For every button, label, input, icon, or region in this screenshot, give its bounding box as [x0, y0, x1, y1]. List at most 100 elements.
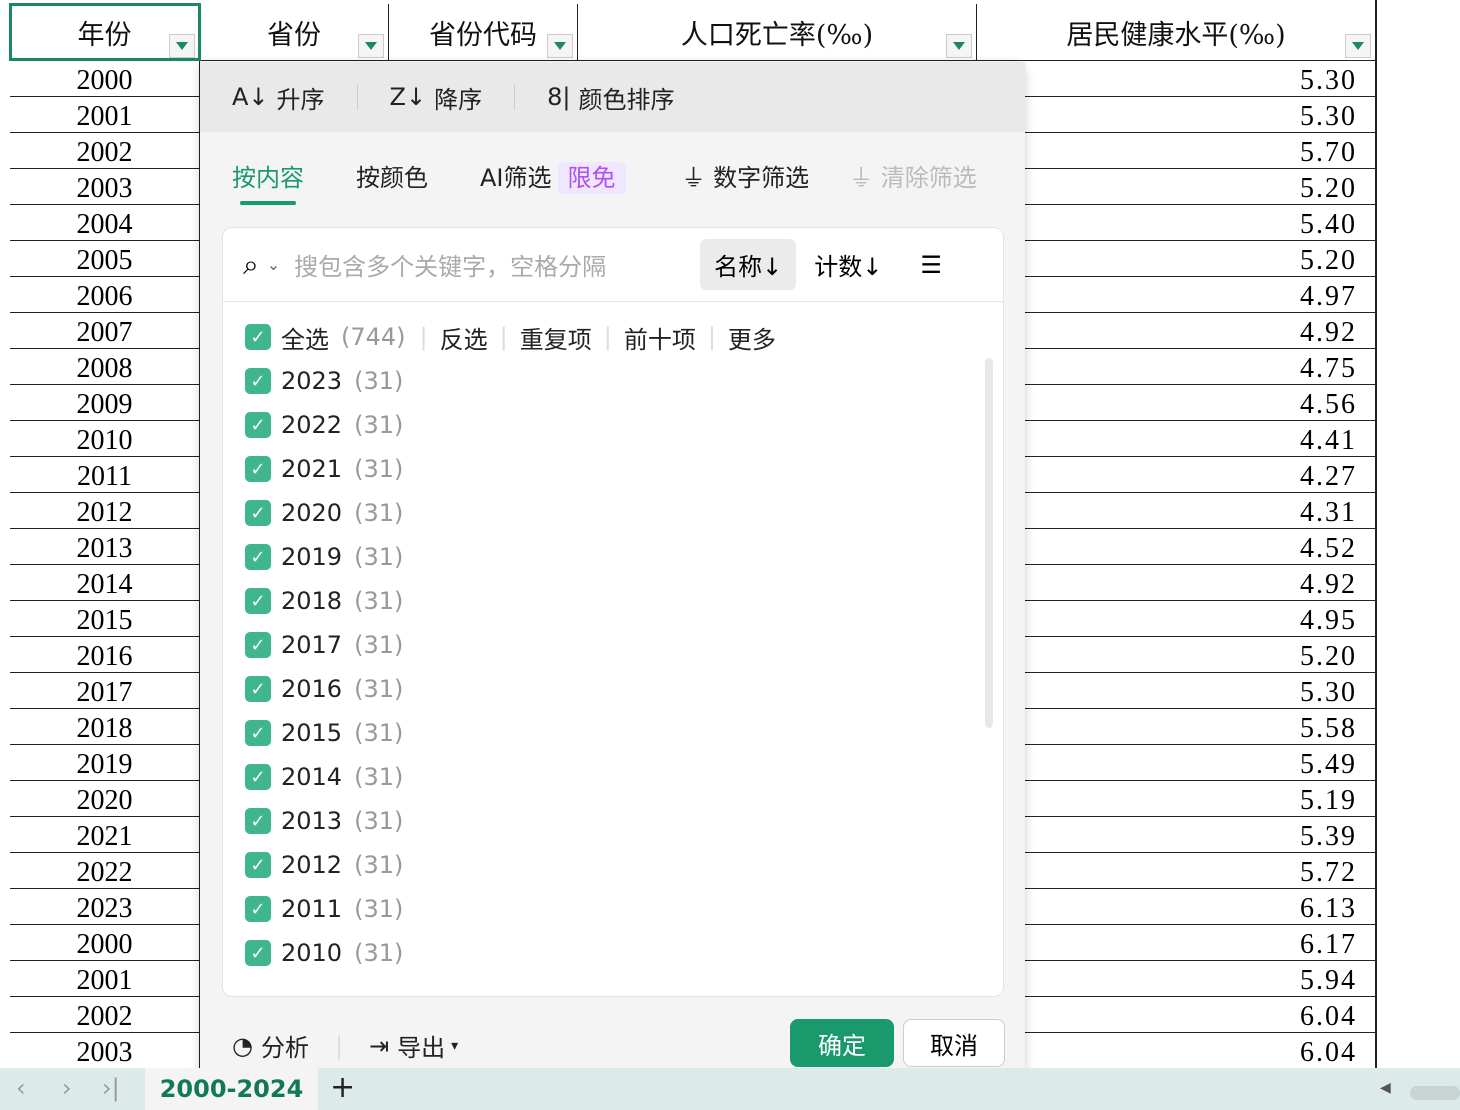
- sheet-tab[interactable]: 2000-2024: [145, 1068, 318, 1110]
- year-cell[interactable]: 2023: [10, 889, 200, 925]
- checkbox[interactable]: ✓: [245, 456, 271, 482]
- sort-by-color-button[interactable]: 8| 颜色排序: [547, 80, 674, 115]
- health-level-cell[interactable]: 5.19: [1300, 781, 1357, 821]
- filter-value-item[interactable]: ✓ 2010 (31): [245, 931, 403, 975]
- health-level-cell[interactable]: 5.30: [1300, 673, 1357, 713]
- list-settings-icon[interactable]: ☰: [920, 251, 942, 279]
- health-level-cell[interactable]: 4.41: [1300, 421, 1357, 461]
- add-sheet-icon[interactable]: +: [330, 1070, 355, 1105]
- checkbox[interactable]: ✓: [245, 764, 271, 790]
- checkbox[interactable]: ✓: [245, 368, 271, 394]
- health-level-cell[interactable]: 5.72: [1300, 853, 1357, 893]
- health-level-cell[interactable]: 6.04: [1300, 997, 1357, 1037]
- header-province-code[interactable]: 省份代码: [389, 4, 578, 61]
- health-level-cell[interactable]: 4.56: [1300, 385, 1357, 425]
- tab-by-color[interactable]: 按颜色: [356, 158, 428, 193]
- filter-dropdown-button[interactable]: [946, 34, 972, 58]
- horizontal-scrollbar[interactable]: [1410, 1086, 1460, 1100]
- prev-sheet-icon[interactable]: ‹: [16, 1074, 26, 1102]
- checkbox[interactable]: ✓: [245, 544, 271, 570]
- year-cell[interactable]: 2010: [10, 421, 200, 457]
- checkbox[interactable]: ✓: [245, 412, 271, 438]
- year-cell[interactable]: 2009: [10, 385, 200, 421]
- export-button[interactable]: 导出: [397, 1028, 445, 1063]
- filter-dropdown-button[interactable]: [358, 34, 384, 58]
- health-level-cell[interactable]: 4.27: [1300, 457, 1357, 497]
- sort-descending-button[interactable]: Z↓ 降序: [390, 80, 483, 115]
- health-level-cell[interactable]: 4.92: [1300, 313, 1357, 353]
- health-level-cell[interactable]: 6.04: [1300, 1033, 1357, 1068]
- search-icon[interactable]: ⌕: [243, 248, 259, 282]
- health-level-cell[interactable]: 4.31: [1300, 493, 1357, 533]
- health-level-cell[interactable]: 5.58: [1300, 709, 1357, 749]
- search-input[interactable]: 搜包含多个关键字，空格分隔: [294, 247, 684, 282]
- health-level-cell[interactable]: 6.17: [1300, 925, 1357, 965]
- confirm-button[interactable]: 确定: [790, 1019, 894, 1067]
- year-cell[interactable]: 2016: [10, 637, 200, 673]
- year-cell[interactable]: 2012: [10, 493, 200, 529]
- number-filter-button[interactable]: ⏚ 数字筛选: [682, 158, 810, 193]
- checkbox[interactable]: ✓: [245, 940, 271, 966]
- health-level-cell[interactable]: 6.13: [1300, 889, 1357, 929]
- top-ten-link[interactable]: 前十项: [624, 320, 696, 355]
- health-level-cell[interactable]: 5.30: [1300, 61, 1357, 101]
- year-cell[interactable]: 2002: [10, 133, 200, 169]
- year-cell[interactable]: 2000: [10, 61, 200, 97]
- filter-dropdown-button[interactable]: [1345, 34, 1371, 58]
- health-level-cell[interactable]: 4.75: [1300, 349, 1357, 389]
- sort-by-count-button[interactable]: 计数↓: [814, 247, 882, 282]
- year-cell[interactable]: 2011: [10, 457, 200, 493]
- filter-value-item[interactable]: ✓ 2018 (31): [245, 579, 403, 623]
- year-cell[interactable]: 2008: [10, 349, 200, 385]
- filter-value-item[interactable]: ✓ 2012 (31): [245, 843, 403, 887]
- tab-ai-filter[interactable]: AI筛选 限免: [480, 158, 626, 194]
- next-sheet-icon[interactable]: ›: [62, 1074, 72, 1102]
- year-cell[interactable]: 2020: [10, 781, 200, 817]
- year-cell[interactable]: 2022: [10, 853, 200, 889]
- health-level-cell[interactable]: 4.52: [1300, 529, 1357, 569]
- header-death-rate[interactable]: 人口死亡率(‰): [578, 4, 977, 61]
- checkbox[interactable]: ✓: [245, 588, 271, 614]
- year-cell[interactable]: 2006: [10, 277, 200, 313]
- year-cell[interactable]: 2019: [10, 745, 200, 781]
- sort-by-name-button[interactable]: 名称↓: [700, 239, 797, 290]
- filter-value-item[interactable]: ✓ 2013 (31): [245, 799, 403, 843]
- filter-dropdown-button[interactable]: [547, 34, 573, 58]
- year-cell[interactable]: 2014: [10, 565, 200, 601]
- health-level-cell[interactable]: 4.97: [1300, 277, 1357, 317]
- year-cell[interactable]: 2018: [10, 709, 200, 745]
- filter-value-item[interactable]: ✓ 2014 (31): [245, 755, 403, 799]
- sort-ascending-button[interactable]: A↓ 升序: [232, 80, 325, 115]
- filter-value-item[interactable]: ✓ 2023 (31): [245, 359, 403, 403]
- health-level-cell[interactable]: 5.20: [1300, 241, 1357, 281]
- header-health-level[interactable]: 居民健康水平(‰): [977, 4, 1376, 61]
- health-level-cell[interactable]: 5.20: [1300, 169, 1357, 209]
- checkbox[interactable]: ✓: [245, 896, 271, 922]
- scrollbar[interactable]: [985, 358, 993, 728]
- checkbox[interactable]: ✓: [245, 676, 271, 702]
- tab-by-content[interactable]: 按内容: [232, 158, 304, 193]
- checkbox[interactable]: ✓: [245, 500, 271, 526]
- year-cell[interactable]: 2005: [10, 241, 200, 277]
- filter-value-item[interactable]: ✓ 2017 (31): [245, 623, 403, 667]
- filter-value-item[interactable]: ✓ 2011 (31): [245, 887, 403, 931]
- chevron-down-icon[interactable]: ⌄: [267, 255, 280, 274]
- health-level-cell[interactable]: 5.40: [1300, 205, 1357, 245]
- checkbox[interactable]: ✓: [245, 632, 271, 658]
- header-province[interactable]: 省份: [200, 4, 389, 61]
- year-cell[interactable]: 2003: [10, 1033, 200, 1068]
- health-level-cell[interactable]: 4.95: [1300, 601, 1357, 641]
- year-cell[interactable]: 2013: [10, 529, 200, 565]
- health-level-cell[interactable]: 5.94: [1300, 961, 1357, 1001]
- health-level-cell[interactable]: 5.49: [1300, 745, 1357, 785]
- scroll-left-icon[interactable]: ◀: [1380, 1080, 1391, 1096]
- year-cell[interactable]: 2001: [10, 97, 200, 133]
- year-cell[interactable]: 2002: [10, 997, 200, 1033]
- filter-value-item[interactable]: ✓ 2020 (31): [245, 491, 403, 535]
- year-cell[interactable]: 2003: [10, 169, 200, 205]
- select-all-checkbox[interactable]: ✓: [245, 324, 271, 350]
- year-cell[interactable]: 2021: [10, 817, 200, 853]
- year-cell[interactable]: 2000: [10, 925, 200, 961]
- filter-value-item[interactable]: ✓ 2019 (31): [245, 535, 403, 579]
- chevron-down-icon[interactable]: ▾: [451, 1038, 458, 1054]
